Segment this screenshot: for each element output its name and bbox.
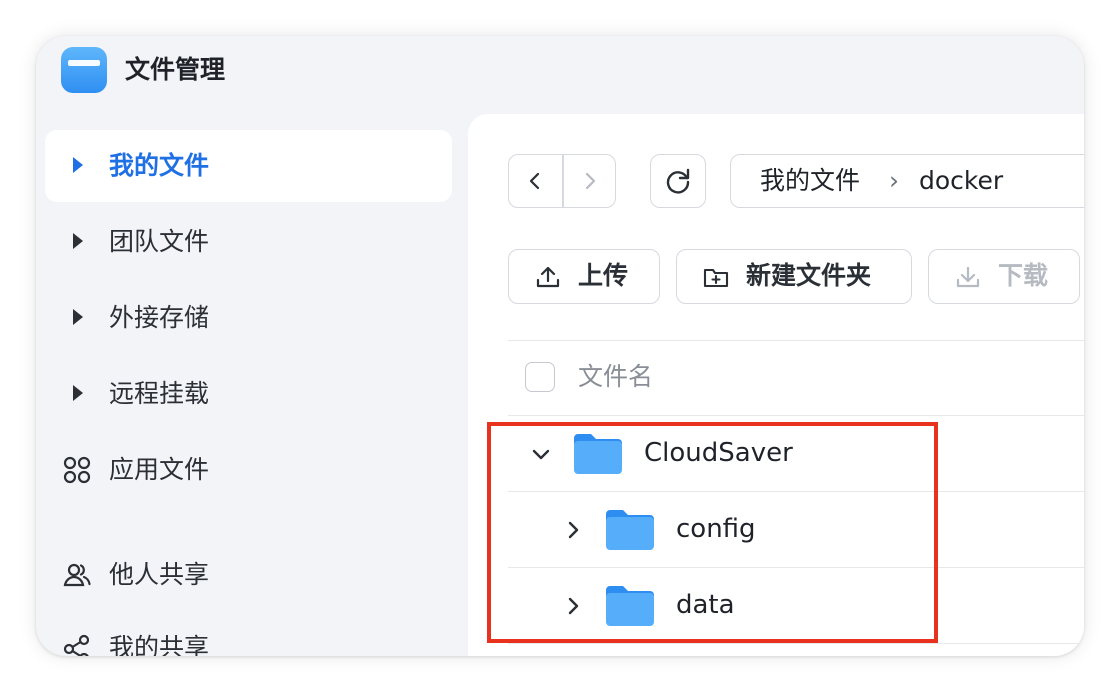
sidebar-item-shared-with-me[interactable]: 他人共享 — [45, 539, 452, 611]
breadcrumb-separator: › — [889, 166, 899, 195]
download-icon — [956, 266, 980, 288]
sidebar-item-app-files[interactable]: 应用文件 — [45, 434, 452, 506]
caret-right-icon — [73, 309, 83, 325]
forward-button[interactable] — [564, 155, 616, 206]
sidebar-item-my-shares[interactable]: 我的共享 — [45, 612, 452, 656]
sidebar-item-my-files[interactable]: 我的文件 — [45, 130, 452, 202]
caret-right-icon — [73, 385, 83, 401]
back-button[interactable] — [509, 155, 561, 206]
sidebar-item-remote-mount[interactable]: 远程挂载 — [45, 358, 452, 430]
caret-right-icon — [73, 157, 83, 173]
sidebar-item-team-files[interactable]: 团队文件 — [45, 206, 452, 278]
breadcrumb-item-my-files[interactable]: 我的文件 — [760, 164, 860, 198]
download-label: 下载 — [998, 261, 1049, 290]
sidebar-item-label: 应用文件 — [109, 455, 210, 484]
upload-button[interactable]: 上传 — [508, 249, 660, 304]
sidebar-item-label: 团队文件 — [109, 227, 210, 256]
select-all-checkbox[interactable] — [525, 362, 555, 392]
breadcrumb-item-docker[interactable]: docker — [919, 164, 1003, 198]
sidebar-item-label: 远程挂载 — [109, 379, 210, 408]
table-header: 文件名 — [508, 340, 1084, 416]
folder-app-icon — [61, 47, 107, 93]
highlight-box — [487, 422, 938, 643]
breadcrumb: 我的文件 › docker — [730, 154, 1084, 208]
sidebar-item-label: 他人共享 — [109, 560, 210, 589]
sidebar-item-label: 我的共享 — [109, 633, 210, 656]
upload-icon — [536, 266, 560, 288]
sidebar-item-label: 我的文件 — [109, 151, 210, 180]
caret-right-icon — [73, 233, 83, 249]
new-folder-label: 新建文件夹 — [746, 261, 872, 290]
chevron-right-icon — [585, 172, 596, 189]
app-title: 文件管理 — [125, 55, 226, 84]
upload-label: 上传 — [578, 261, 629, 290]
download-button[interactable]: 下载 — [928, 249, 1080, 304]
share-icon — [63, 634, 90, 656]
apps-grid-icon — [63, 456, 91, 484]
sidebar-item-label: 外接存储 — [109, 303, 210, 332]
refresh-icon — [666, 168, 690, 194]
users-icon — [63, 563, 91, 587]
chevron-left-icon — [529, 172, 540, 189]
sidebar-item-external-storage[interactable]: 外接存储 — [45, 282, 452, 354]
history-nav-group — [508, 154, 616, 208]
new-folder-button[interactable]: 新建文件夹 — [676, 249, 912, 304]
folder-plus-icon — [703, 268, 729, 288]
refresh-button[interactable] — [650, 154, 706, 208]
column-header-name[interactable]: 文件名 — [578, 360, 653, 394]
